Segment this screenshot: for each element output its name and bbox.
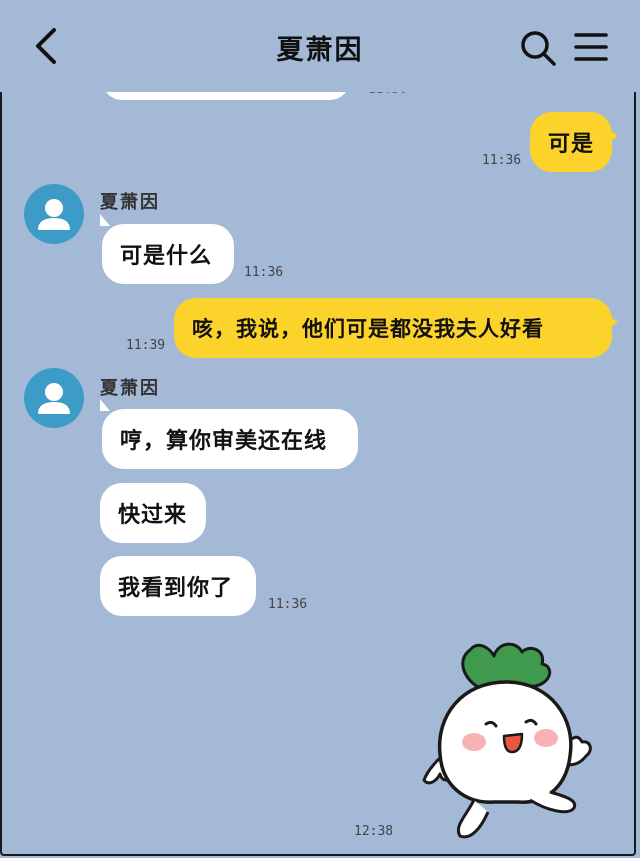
contact-avatar[interactable] xyxy=(24,184,84,244)
message-time: 11:36 xyxy=(268,597,308,612)
message-time: 11:36 xyxy=(244,265,284,280)
footer-time: 12:38 xyxy=(354,824,394,839)
message-bubble-outgoing[interactable]: 咳，我说，他们可是都没我夫人好看 xyxy=(174,298,618,358)
message-bubble-incoming[interactable]: 可是什么 xyxy=(100,214,234,284)
message-time: 11:36 xyxy=(482,153,522,168)
chat-header: 夏萧因 xyxy=(0,0,640,92)
person-icon xyxy=(38,199,70,230)
message-time: 11:39 xyxy=(126,338,166,353)
contact-avatar[interactable] xyxy=(24,368,84,428)
sender-name: 夏萧因 xyxy=(100,378,160,399)
sender-name: 夏萧因 xyxy=(100,192,160,213)
message-bubble-incoming[interactable]: 快过来 xyxy=(100,483,206,543)
person-icon xyxy=(38,383,70,414)
message-bubble-incoming[interactable]: 哼，算你审美还在线 xyxy=(100,399,358,469)
search-icon[interactable] xyxy=(518,28,558,68)
message-bubble-outgoing[interactable]: 可是 xyxy=(530,112,618,172)
radish-sticker-icon[interactable] xyxy=(418,640,594,840)
menu-icon[interactable] xyxy=(572,30,610,64)
message-bubble-incoming[interactable]: 我看到你了 xyxy=(100,556,256,616)
